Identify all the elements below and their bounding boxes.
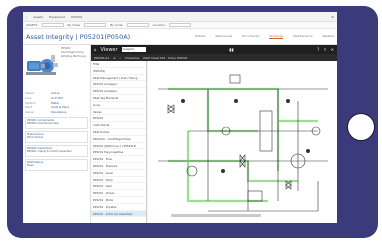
list-icon[interactable]: ≡ (113, 56, 115, 60)
tree-item[interactable]: Valves (91, 109, 146, 116)
top-toolbar: ‹ Assets Equipment P05201 ⚙ (23, 12, 337, 22)
notifications-body: Open (27, 163, 34, 167)
viewer-subbar: P05201/A1 ≡ ⌕ Properties P&ID Sheet 001 … (91, 54, 337, 61)
tree-item[interactable]: P05201 · Drives (91, 190, 146, 197)
tree-item[interactable]: P&ID Management / Inlet / Piping (91, 75, 146, 82)
model-tree: Filter (P05201) P&ID Management / Inlet … (91, 61, 147, 223)
viewer-toolbar: ⌂ Viewer Graphic ▮▮ ? ⇪ ✕ (91, 45, 337, 54)
tree-item[interactable]: Lines (91, 102, 146, 109)
help-icon[interactable]: ? (317, 47, 319, 52)
tree-item[interactable]: P05201 · Pressure (91, 163, 146, 170)
pause-icon[interactable]: ▮▮ (229, 47, 233, 52)
tree-item[interactable]: P&ID Tag Elements (91, 95, 146, 102)
pump-summary: P05201 Centrifugal Pump Rotating Machine… (23, 45, 90, 91)
tab-related[interactable]: Related (323, 34, 334, 39)
filter-label-2: By Class (67, 23, 81, 27)
asset-tabs: Details References Documents Drawings Ma… (195, 34, 334, 39)
tree-item[interactable]: Instruments (91, 122, 146, 129)
close-icon[interactable]: ✕ (331, 47, 334, 52)
filter-field-2[interactable] (84, 23, 107, 27)
prop-row: Owner Operations (23, 110, 90, 115)
tab-details[interactable]: Details (195, 34, 205, 39)
search-icon[interactable]: ⌕ (120, 56, 122, 60)
components-body: P05201 mechanical seal (27, 121, 59, 125)
gear-icon[interactable]: ⚙ (331, 15, 334, 19)
filter-label-1: ASSETS (26, 23, 38, 27)
tree-item[interactable]: P05201 (91, 115, 146, 123)
asset-detail-panel: P05201 Centrifugal Pump Rotating Machine… (23, 45, 91, 223)
sheet-name: P&ID Sheet 001 - Pump P05201 (143, 55, 188, 60)
tree-item-selected[interactable]: P05201 · Inlet Line (selected) (91, 210, 146, 218)
viewer-brand: Viewer (100, 46, 118, 53)
tree-item[interactable]: P05201 Tag properties (91, 149, 146, 157)
tree-item[interactable]: P05201 · Impeller (91, 204, 146, 211)
tab-maintenance[interactable]: Maintenance (293, 34, 312, 39)
tree-item[interactable]: Filter (91, 61, 146, 68)
maintenance-box[interactable]: Maintenance Work Orders (25, 130, 88, 143)
horizontal-scrollbar[interactable] (171, 214, 261, 217)
tablet-screen: ‹ Assets Equipment P05201 ⚙ ASSETS By Cl… (23, 12, 337, 223)
prop-key: Owner (25, 110, 35, 115)
pump-props-summary: P05201 Centrifugal Pump Rotating Machine… (61, 47, 88, 89)
filter-field-3[interactable] (126, 23, 149, 27)
pid-drawing[interactable] (148, 61, 337, 223)
breadcrumb-2[interactable]: Equipment (49, 15, 65, 19)
pump-3d-model[interactable] (25, 47, 59, 89)
breadcrumb-3[interactable]: P05201 (71, 15, 82, 19)
breadcrumb-1[interactable]: Assets (33, 15, 43, 19)
notifications-box[interactable]: Notifications Open (25, 158, 88, 171)
page-title: Asset Integrity | P05201(P050A) (26, 32, 131, 41)
filter-field-1[interactable] (41, 23, 64, 27)
tab-documents[interactable]: Documents (242, 34, 259, 39)
filter-bar: ASSETS By Class By Code Location (23, 22, 337, 29)
tree-item[interactable]: (P05201) (91, 68, 146, 75)
tab-references[interactable]: References (215, 34, 232, 39)
drawing-viewer: ⌂ Viewer Graphic ▮▮ ? ⇪ ✕ P05201/A1 ≡ ⌕ … (91, 45, 337, 223)
home-button[interactable] (347, 113, 375, 141)
tree-item[interactable]: P05201 · Seal (91, 183, 146, 191)
highlighted-lines (168, 87, 318, 203)
tree-item[interactable]: P&ID Pumps (91, 129, 146, 136)
tree-item[interactable]: P05201 · Temp (91, 177, 146, 184)
tree-item[interactable]: P05201 (Anlagen) (91, 88, 146, 95)
filter-label-4: Location (152, 23, 166, 27)
filter-label-3: By Code (110, 23, 123, 27)
viewer-body: Filter (P05201) P&ID Management / Inlet … (91, 61, 337, 223)
tab-drawings[interactable]: Drawings (269, 34, 284, 39)
components-box[interactable]: P05201 Components P05201 mechanical seal (25, 116, 88, 129)
inspections-box[interactable]: P05201 Inspections P05201 casing 6 month … (25, 144, 88, 157)
prop-summary-2: Rotating Machinery (61, 55, 87, 58)
tree-item[interactable]: P05201 · Motor (91, 197, 146, 204)
tree-item[interactable]: P05201A · Centrifugal Pump (91, 136, 146, 143)
asset-header: Asset Integrity | P05201(P050A) Details … (23, 29, 337, 45)
sheet-label: Properties (125, 55, 140, 60)
share-icon[interactable]: ⇪ (323, 47, 326, 52)
pid-linework (158, 74, 328, 212)
filter-field-4[interactable] (169, 23, 192, 27)
home-icon[interactable]: ⌂ (94, 47, 97, 52)
prop-value: Operations (51, 110, 67, 115)
mode-select[interactable]: Graphic (121, 47, 146, 52)
file-label: P05201/A1 (94, 55, 110, 60)
maintenance-body: Work Orders (27, 135, 44, 139)
tree-item[interactable]: P05201 (Anlagen) (91, 81, 146, 89)
tree-item[interactable]: P05201 (P&ID) line 1 / P05201B (91, 143, 146, 150)
inspections-body: P05201 casing 6 month inspection (27, 149, 72, 153)
back-icon[interactable]: ‹ (26, 15, 27, 19)
tree-item[interactable]: P05201 · Level (91, 170, 146, 177)
tree-item[interactable]: P05201 · Flow (91, 156, 146, 163)
